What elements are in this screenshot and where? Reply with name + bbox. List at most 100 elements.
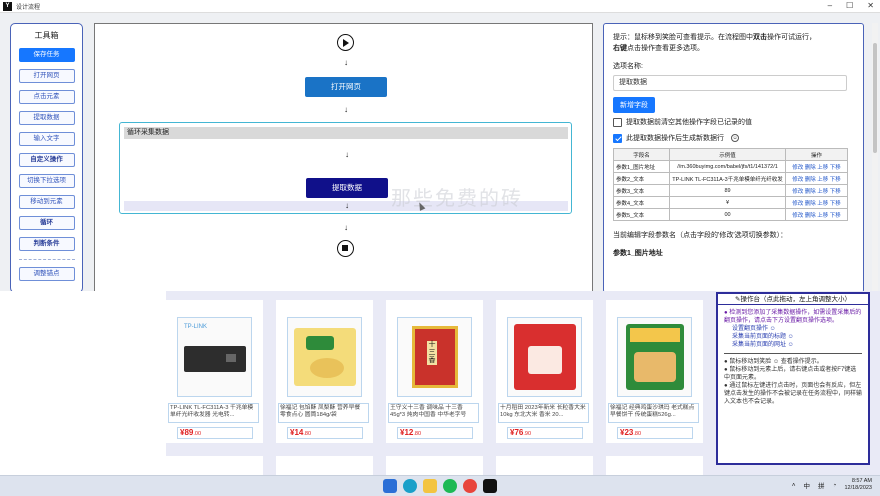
maximize-icon[interactable]: ☐ (846, 1, 853, 10)
product-price[interactable]: ¥23.80 (617, 427, 693, 439)
input-language[interactable]: 中 (804, 480, 811, 490)
clock-date: 12/18/2023 (844, 485, 872, 491)
switch-dropdown-tool[interactable]: 切换下拉选项 (18, 174, 75, 188)
field-ops-links[interactable]: 修改 删除 上移 下移 (785, 196, 848, 209)
condition-tool[interactable]: 判断条件 (18, 237, 75, 251)
field-ops-links[interactable]: 修改 删除 上移 下移 (785, 184, 848, 197)
chrome-icon[interactable] (463, 479, 477, 493)
console-tip: ● 鼠标移动到元素上后，请右键点击或者按F7键选中页面元素。 (724, 367, 857, 381)
product-title[interactable]: TP-LINK TL-FC311A-3 千兆单模单纤光纤收发器 光电转... (168, 403, 259, 423)
product-image[interactable] (617, 317, 692, 397)
column-header: 字段名 (613, 148, 670, 161)
price-decimal: .80 (303, 431, 312, 437)
product-card-next-row[interactable] (606, 456, 703, 475)
input-text-tool[interactable]: 输入文字 (18, 132, 75, 146)
add-field-button[interactable]: 新增字段 (613, 97, 655, 113)
close-icon[interactable]: ✕ (867, 1, 874, 10)
current-edit-label: 当前编辑字段参数名（点击字段的'修改'选项切换参数）： (613, 232, 788, 239)
flow-start-icon[interactable] (337, 34, 354, 51)
product-title[interactable]: 徐福记 经典鸡蛋沙琪玛 老式糕点早餐饼干 传统蛋糕526g... (608, 403, 699, 423)
product-title[interactable]: 徐福记 包馅酥 凤梨酥 营养早餐 零食点心 圆筒184g/袋 (278, 403, 369, 423)
product-price[interactable]: ¥12.80 (397, 427, 473, 439)
move-to-element-tool[interactable]: 移动到元素 (18, 195, 75, 209)
fiber-converter-image (184, 346, 246, 372)
product-card[interactable]: 十月稻田 2023年新米 长粒香大米 10kg 东北大米 香米 20... ¥7… (496, 300, 593, 443)
product-image[interactable] (287, 317, 362, 397)
product-price[interactable]: ¥89.00 (177, 427, 253, 439)
network-icon[interactable]: ◔ (833, 482, 837, 489)
field-ops-links[interactable]: 修改 删除 上移 下移 (785, 160, 848, 173)
flow-node-open-page[interactable]: 打开网页 (305, 77, 387, 97)
rice-bag-image (514, 324, 576, 390)
flow-arrow-icon: ↓ (344, 58, 348, 67)
collect-title-link[interactable]: 采集当前页面的标题 ☺ (732, 333, 862, 341)
edge-browser-icon[interactable] (403, 479, 417, 493)
flow-loop-title[interactable]: 循环采集数据 (124, 127, 568, 139)
extract-data-tool[interactable]: 提取数据 (18, 111, 75, 125)
smiley-help-icon[interactable]: ☺ (731, 134, 739, 142)
product-price[interactable]: ¥76.90 (507, 427, 583, 439)
window-title: 设计流程 (16, 4, 41, 11)
loop-tool[interactable]: 循环 (18, 216, 75, 230)
app-scrollbar[interactable] (872, 23, 878, 293)
adjust-anchor-tool[interactable]: 调整锚点 (18, 267, 75, 281)
console-paging-hint: ● 检测到您添加了采集数据操作，如需设置采集后的翻页操作，请点击下方设置翻页操作… (724, 310, 862, 324)
easyspider-app-icon[interactable] (483, 479, 497, 493)
flow-arrow-icon: ↓ (344, 223, 348, 232)
flow-arrow-icon: ↓ (344, 105, 348, 114)
new-row-checkbox[interactable] (613, 133, 622, 143)
watermark: 那些免费的砖 (391, 186, 523, 210)
field-value-cell: //m.360buyimg.com/babel/jfs/t1/141372/1 (669, 160, 786, 173)
field-value-cell: ¥ (669, 196, 786, 209)
field-ops-links[interactable]: 修改 删除 上移 下移 (785, 172, 848, 185)
minimize-icon[interactable]: – (828, 1, 832, 10)
fields-table: 字段名 示例值 操作 参数1_图片地址 //m.360buyimg.com/ba… (613, 148, 848, 221)
product-card[interactable]: 徐福记 包馅酥 凤梨酥 营养早餐 零食点心 圆筒184g/袋 ¥14.80 (276, 300, 373, 443)
click-element-tool[interactable]: 点击元素 (18, 90, 75, 104)
hint-text: 操作可试运行， (767, 34, 816, 41)
product-card-next-row[interactable] (276, 456, 373, 475)
product-card-next-row[interactable] (496, 456, 593, 475)
clear-values-checkbox[interactable] (613, 117, 622, 127)
scrollbar-thumb[interactable] (873, 43, 877, 153)
save-task-button[interactable]: 保存任务 (18, 48, 75, 62)
clear-values-checkbox-row[interactable]: 提取数据前清空其他操作字段已记录的值 (613, 117, 854, 127)
toolbox-title: 工具箱 (34, 31, 59, 40)
flow-canvas[interactable]: ↓ 打开网页 ↓ 循环采集数据 ↓ 提取数据 ↓ ↓ 那些免费的砖 (94, 23, 593, 293)
window-controls: – ☐ ✕ (828, 1, 874, 10)
field-ops-links[interactable]: 修改 删除 上移 下移 (785, 208, 848, 221)
product-card-next-row[interactable] (386, 456, 483, 475)
product-image[interactable]: TP-LINK (177, 317, 252, 397)
product-card[interactable]: 徐福记 经典鸡蛋沙琪玛 老式糕点早餐饼干 传统蛋糕526g... ¥23.80 (606, 300, 703, 443)
product-image[interactable] (507, 317, 582, 397)
product-title[interactable]: 十月稻田 2023年新米 长粒香大米 10kg 东北大米 香米 20... (498, 403, 589, 423)
flow-end-icon[interactable] (337, 240, 354, 257)
browser-webview[interactable]: TP-LINK TP-LINK TL-FC311A-3 千兆单模单纤光纤收发器 … (0, 291, 880, 475)
file-explorer-icon[interactable] (423, 479, 437, 493)
hint-bold-rightclick: 右键 (613, 45, 627, 52)
spotify-icon[interactable] (443, 479, 457, 493)
console-body: ● 检测到您添加了采集数据操作，如需设置采集后的翻页操作，请点击下方设置翻页操作… (718, 305, 868, 410)
product-title[interactable]: 王守义十三香 调味品 十三香45g*3 炖肉中国香 中华老字号 (388, 403, 479, 423)
product-card-next-row[interactable] (166, 456, 263, 475)
console-divider (724, 353, 862, 354)
open-page-tool[interactable]: 打开网页 (18, 69, 75, 83)
product-card[interactable]: 王守义十三香 调味品 十三香45g*3 炖肉中国香 中华老字号 ¥12.80 (386, 300, 483, 443)
flow-node-extract[interactable]: 提取数据 (306, 178, 388, 198)
operation-console[interactable]: ✎操作台（点此拖动，左上角调整大小） ● 检测到您添加了采集数据操作，如需设置采… (716, 292, 870, 465)
collect-url-link[interactable]: 采集当前页面的网址 ☺ (732, 341, 862, 349)
table-row: 参数2_文本 TP-LINK TL-FC311A-3千兆单模单纤光纤收发 修改 … (613, 172, 848, 185)
clock[interactable]: 8:57 AM 12/18/2023 (844, 478, 872, 492)
windows-start-icon[interactable] (383, 479, 397, 493)
ime-mode[interactable]: 拼 (818, 480, 825, 490)
product-card[interactable]: TP-LINK TP-LINK TL-FC311A-3 千兆单模单纤光纤收发器 … (166, 300, 263, 443)
new-row-checkbox-row[interactable]: 此提取数据操作后生成新数据行 ☺ (613, 133, 854, 143)
product-price[interactable]: ¥14.80 (287, 427, 363, 439)
tray-chevron-icon[interactable]: ˄ (792, 482, 796, 489)
option-name-input[interactable]: 提取数据 (613, 75, 847, 91)
set-paging-link[interactable]: 设置翻页操作 ☺ (732, 325, 862, 333)
console-title[interactable]: ✎操作台（点此拖动，左上角调整大小） (718, 294, 868, 305)
clear-values-label: 提取数据前清空其他操作字段已记录的值 (626, 119, 752, 126)
custom-action-tool[interactable]: 自定义操作 (18, 153, 75, 167)
product-image[interactable] (397, 317, 472, 397)
